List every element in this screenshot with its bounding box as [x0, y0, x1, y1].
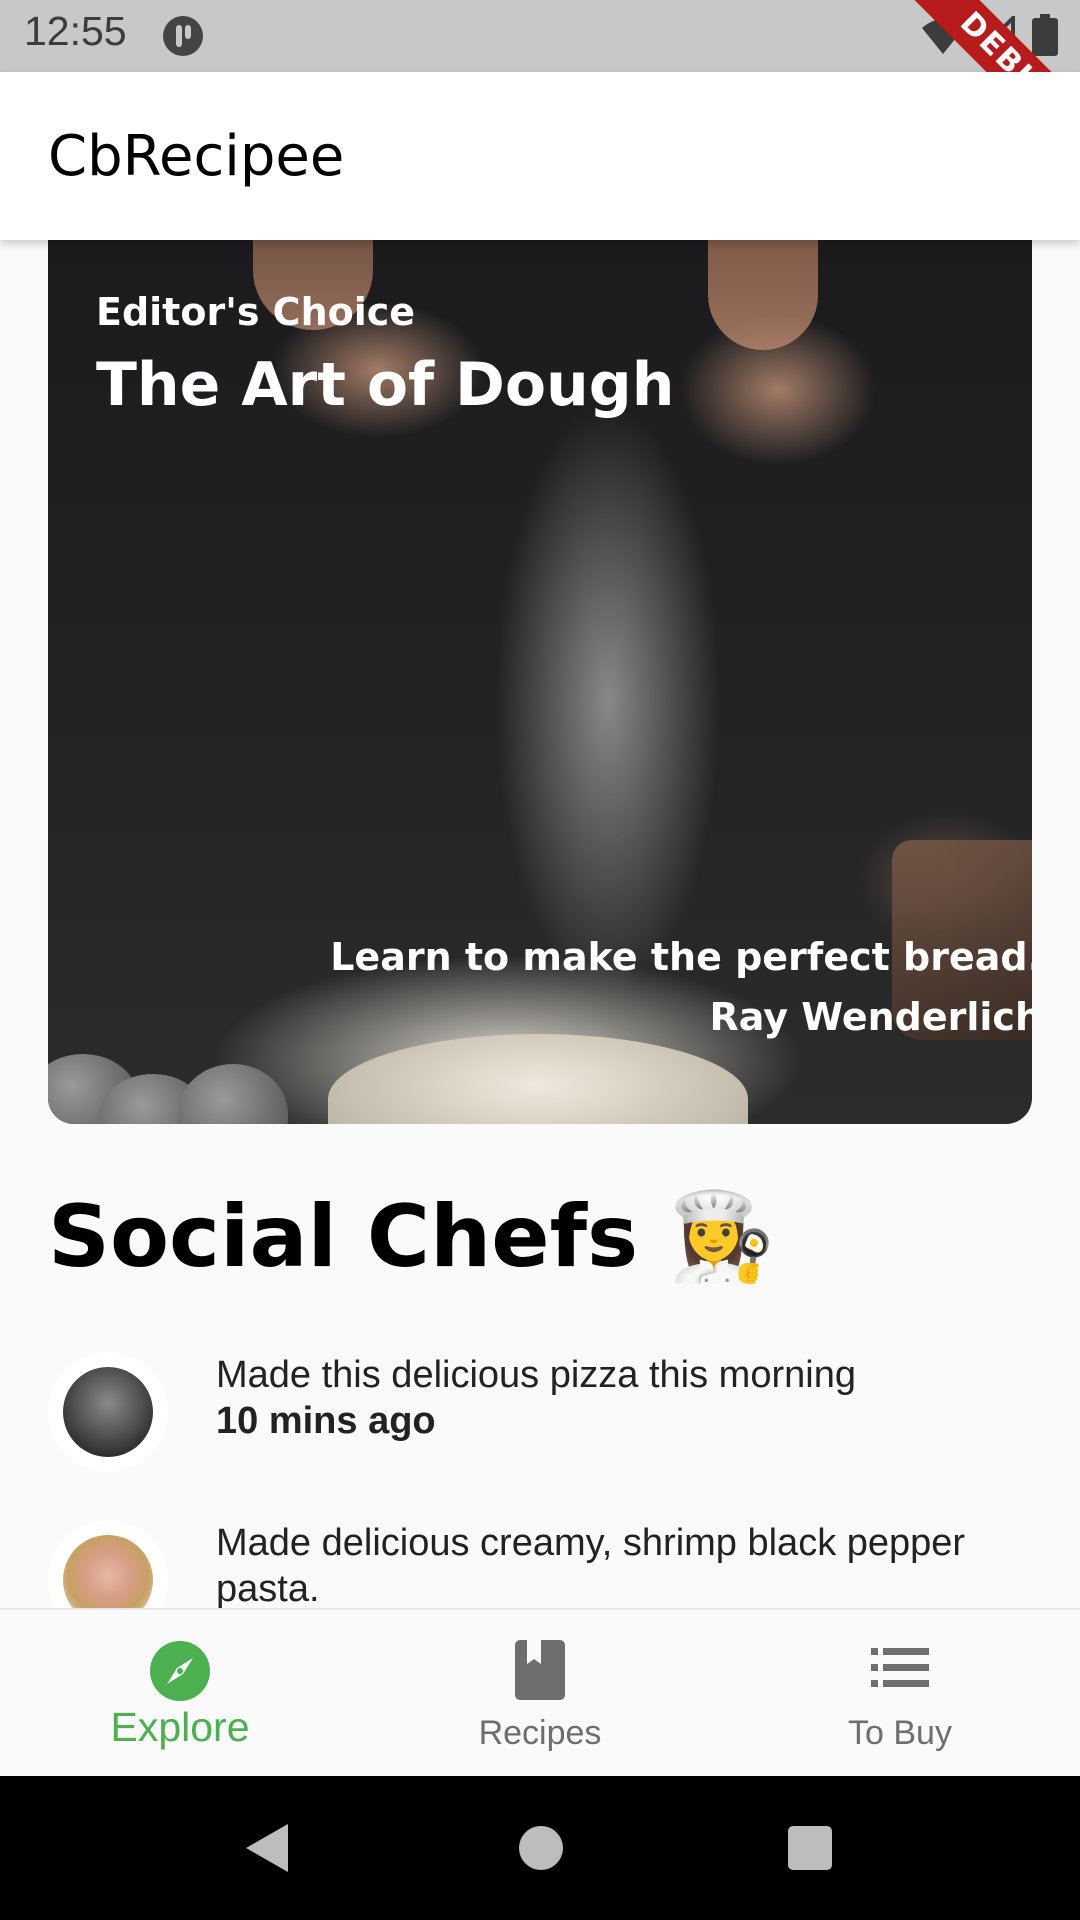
avatar-image — [63, 1535, 153, 1608]
avatar[interactable] — [48, 1520, 168, 1608]
card-title: The Art of Dough — [96, 350, 675, 420]
status-time: 12:55 — [24, 8, 127, 54]
tab-recipes[interactable]: Recipes — [360, 1610, 720, 1778]
list-item[interactable]: Made delicious creamy, shrimp black pepp… — [0, 1520, 1080, 1608]
recents-icon[interactable] — [786, 1822, 834, 1874]
battery-icon — [1032, 14, 1058, 56]
hero-image-hand-right — [708, 240, 818, 350]
bottom-navigation-bar: Explore Recipes To Buy — [0, 1608, 1080, 1778]
tab-to-buy-label: To Buy — [848, 1714, 952, 1752]
post-timestamp: 10 mins ago — [216, 1400, 436, 1442]
app-bar: CbRecipee — [0, 72, 1080, 240]
list-icon — [871, 1648, 929, 1687]
app-title: CbRecipee — [48, 124, 345, 189]
app-notification-icon — [163, 16, 203, 56]
system-navigation-bar — [0, 1776, 1080, 1920]
compass-icon — [150, 1641, 210, 1701]
tab-explore-label: Explore — [110, 1704, 250, 1750]
tab-recipes-label: Recipes — [478, 1714, 602, 1752]
tab-to-buy[interactable]: To Buy — [720, 1610, 1080, 1778]
card-category: Editor's Choice — [96, 290, 416, 334]
book-icon — [515, 1640, 565, 1700]
tab-explore[interactable]: Explore — [0, 1610, 360, 1778]
social-chefs-heading: Social Chefs 👩‍🍳 — [48, 1187, 776, 1287]
main-content[interactable]: Editor's Choice The Art of Dough Learn t… — [0, 240, 1080, 1608]
avatar[interactable] — [48, 1352, 168, 1472]
back-icon[interactable] — [244, 1822, 290, 1874]
hero-image-flour — [328, 1034, 748, 1124]
post-text: Made delicious creamy, shrimp black pepp… — [216, 1522, 966, 1608]
avatar-image — [63, 1367, 153, 1457]
hero-image-eggs — [48, 1014, 288, 1124]
editors-choice-card[interactable]: Editor's Choice The Art of Dough Learn t… — [48, 240, 1032, 1124]
post-text: Made this delicious pizza this morning — [216, 1354, 856, 1396]
card-author: Ray Wenderlich — [709, 995, 1032, 1039]
home-icon[interactable] — [518, 1822, 564, 1874]
status-bar: 12:55 DEBUG — [0, 0, 1080, 72]
card-subtitle: Learn to make the perfect bread. — [330, 935, 1032, 979]
list-item[interactable]: Made this delicious pizza this morning 1… — [0, 1352, 1080, 1502]
